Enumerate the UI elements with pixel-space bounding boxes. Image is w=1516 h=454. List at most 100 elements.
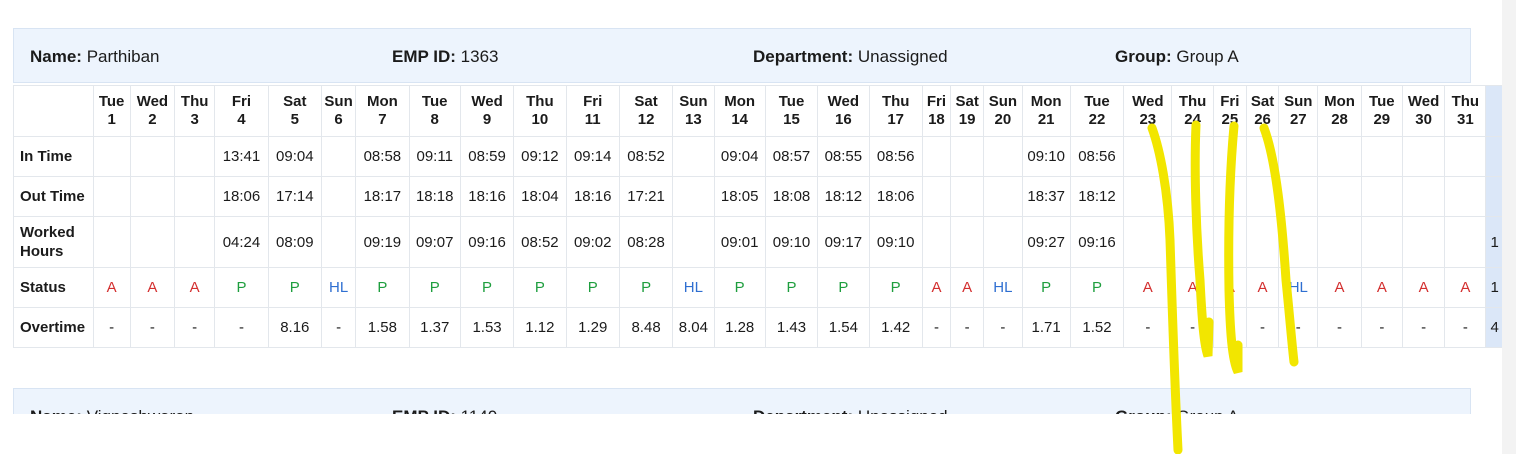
table-cell — [92, 216, 131, 268]
day-column-header: Mon 28 — [1317, 85, 1362, 137]
status-cell: A — [921, 267, 952, 308]
status-cell: A — [1212, 267, 1247, 308]
overtime-row: Overtime - - - -8.16-1.58 1.37 1.53 1.12 1.29 8.4… — [13, 307, 1502, 348]
table-cell — [950, 176, 985, 217]
table-cell — [921, 136, 952, 177]
table-cell: - — [320, 307, 357, 348]
corner-header — [13, 85, 94, 137]
day-column-header: Thu 24 — [1171, 85, 1214, 137]
day-date: 26 — [1254, 111, 1271, 128]
status-cell: P — [267, 267, 322, 308]
row-label: Worked Hours — [13, 216, 94, 268]
table-cell — [1171, 136, 1214, 177]
day-of-week: Wed — [136, 93, 169, 110]
table-cell: 08:28 — [618, 216, 674, 268]
day-date: 18 — [928, 111, 945, 128]
table-cell: 09:02 — [565, 216, 620, 268]
day-date: 25 — [1221, 111, 1239, 128]
table-cell — [1401, 176, 1446, 217]
status-cell: A — [1317, 267, 1362, 308]
table-cell: 04:24 — [214, 216, 269, 268]
table-cell — [950, 136, 985, 177]
day-date: 6 — [334, 111, 343, 128]
table-cell — [1317, 216, 1362, 268]
table-cell — [1360, 216, 1403, 268]
table-cell: 09:01 — [713, 216, 766, 268]
attendance-table-container[interactable]: Tue 1 Wed 2 Thu 3 Fri 4 Sat 5 Sun 6 Mon 7 Tue 8 Wed 9 Thu 1… — [13, 85, 1502, 348]
row-label: Status — [13, 267, 94, 308]
table-cell — [1278, 136, 1319, 177]
table-cell: - — [214, 307, 269, 348]
table-cell: 09:04 — [713, 136, 766, 177]
day-of-week: Fri — [926, 93, 947, 110]
day-of-week: Wed — [1132, 93, 1164, 110]
day-of-week: Sun — [679, 93, 708, 110]
status-cell: P — [513, 267, 567, 308]
table-cell — [1245, 136, 1280, 177]
status-cell: A — [1360, 267, 1403, 308]
table-cell: 1.28 — [713, 307, 766, 348]
table-cell — [1245, 216, 1280, 268]
day-column-header: Sat 26 — [1245, 85, 1280, 137]
day-column-header: Sat 12 — [618, 85, 674, 137]
table-cell: 08:09 — [267, 216, 322, 268]
table-cell: 18:08 — [764, 176, 819, 217]
day-date: 7 — [378, 111, 387, 128]
table-cell: 09:12 — [513, 136, 567, 177]
day-column-header: Sat 5 — [267, 85, 322, 137]
day-date: 8 — [430, 111, 439, 128]
day-of-week: Tue — [778, 93, 805, 110]
table-cell: 09:10 — [868, 216, 923, 268]
table-cell: - — [1278, 307, 1319, 348]
table-cell: 18:06 — [868, 176, 923, 217]
table-cell — [1278, 216, 1319, 268]
table-cell: 1.52 — [1069, 307, 1125, 348]
table-cell: 1.43 — [764, 307, 819, 348]
table-cell — [174, 216, 216, 268]
day-date: 21 — [1037, 111, 1055, 128]
status-cell: P — [565, 267, 620, 308]
day-of-week: Thu — [1451, 93, 1480, 110]
status-cell: P — [618, 267, 674, 308]
day-column-header: Mon 21 — [1021, 85, 1071, 137]
day-column-header: Sun 6 — [320, 85, 357, 137]
table-cell — [983, 216, 1023, 268]
table-cell: 18:16 — [459, 176, 515, 217]
table-cell — [1317, 176, 1362, 217]
status-cell: HL — [672, 267, 715, 308]
table-cell: 1.54 — [817, 307, 870, 348]
day-column-header: Thu 3 — [174, 85, 216, 137]
day-date: 19 — [958, 111, 976, 128]
day-of-week: Wed — [471, 93, 503, 110]
table-cell: 17:14 — [267, 176, 322, 217]
table-cell: - — [1401, 307, 1446, 348]
table-cell — [672, 136, 715, 177]
day-date: 12 — [637, 111, 655, 128]
day-of-week: Sun — [324, 93, 353, 110]
status-cell: P — [214, 267, 269, 308]
day-column-header: Wed 9 — [459, 85, 515, 137]
day-column-header: Sun 27 — [1278, 85, 1319, 137]
table-cell: 09:04 — [267, 136, 322, 177]
day-column-header: Fri 4 — [214, 85, 269, 137]
employee-id: EMP ID: 1363 — [392, 47, 499, 66]
day-column-header: Fri 25 — [1212, 85, 1247, 137]
table-cell — [1401, 216, 1446, 268]
day-of-week: Mon — [366, 93, 398, 110]
table-cell: - — [1245, 307, 1280, 348]
day-date: 2 — [148, 111, 157, 128]
day-date: 16 — [835, 111, 852, 128]
table-cell: - — [921, 307, 952, 348]
table-cell — [672, 176, 715, 217]
day-of-week: Tue — [98, 93, 125, 110]
table-cell: 18:12 — [817, 176, 870, 217]
day-column-header: Thu 10 — [513, 85, 567, 137]
day-date: 10 — [531, 111, 549, 128]
day-of-week: Thu — [526, 93, 554, 110]
table-cell: 8.16 — [267, 307, 322, 348]
status-row: Status A A A P P HL P P P P P P HL P P P P A A HL P P A A A A HL A A A… — [13, 267, 1502, 308]
table-cell — [92, 136, 131, 177]
status-cell: A — [1401, 267, 1446, 308]
day-column-header: Wed 30 — [1401, 85, 1446, 137]
page-scrollbar-track[interactable] — [1502, 0, 1516, 454]
